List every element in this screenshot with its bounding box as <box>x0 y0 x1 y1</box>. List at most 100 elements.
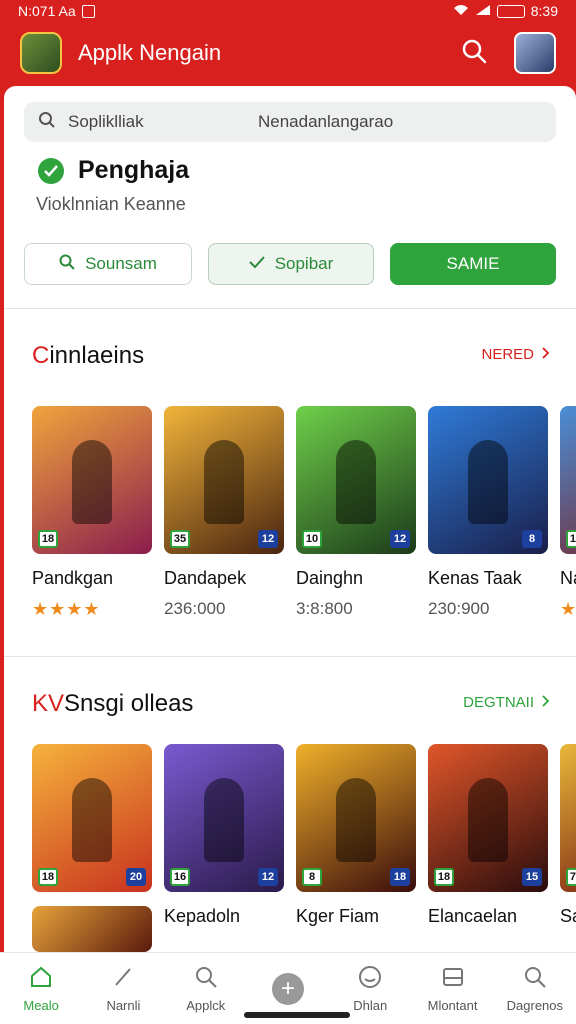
character-art <box>204 778 244 862</box>
status-bar: N:071 Aa 8:39 <box>0 0 576 22</box>
inbox-icon <box>441 965 465 992</box>
app-logo[interactable] <box>20 32 62 74</box>
search-icon <box>461 38 487 69</box>
game-card[interactable]: 12 Naod ★ 16 <box>560 406 576 620</box>
character-art <box>336 778 376 862</box>
avatar[interactable] <box>514 32 556 74</box>
status-carrier: N:071 Aa <box>18 3 76 19</box>
section1-title-first: C <box>32 342 50 369</box>
nav-item-mlontant[interactable]: Mlontant <box>411 953 493 1024</box>
nav-item-narnli[interactable]: Narnli <box>82 953 164 1024</box>
nav-item-applck[interactable]: Applck <box>165 953 247 1024</box>
game-thumbnail[interactable]: 18 <box>32 406 152 554</box>
nav-item-mealo[interactable]: Mealo <box>0 953 82 1024</box>
game-card[interactable]: 10 12 Dainghn 3:8:800 <box>296 406 416 620</box>
game-thumbnail[interactable]: 78 <box>560 744 576 892</box>
game-title: Naod <box>560 568 576 588</box>
game-title: Kger Fiam <box>296 906 380 926</box>
app-title: Applk Nengain <box>78 40 222 65</box>
game-thumbnail[interactable]: 8 18 <box>296 744 416 892</box>
platform-badge: 15 <box>522 868 542 886</box>
search-icon <box>194 965 218 992</box>
section2-see-more[interactable]: DEGTNAII <box>463 694 550 711</box>
nav-label: Dhlan <box>353 997 388 1013</box>
platform-badge: 20 <box>126 868 146 886</box>
samie-button[interactable]: SAMIE <box>390 243 556 285</box>
home-icon <box>29 965 53 992</box>
app-bar: Applk Nengain <box>0 22 576 84</box>
game-thumbnail[interactable]: 12 <box>560 406 576 554</box>
verified-title: Penghaja <box>38 156 189 185</box>
age-rating-badge: 8 <box>302 868 322 886</box>
game-card[interactable]: 78 Saran <box>560 744 576 927</box>
nav-label: Mlontant <box>427 997 478 1013</box>
sopibar-button[interactable]: Sopibar <box>208 243 374 285</box>
platform-badge: 8 <box>522 530 542 548</box>
search-icon <box>523 965 547 992</box>
nav-label: Narnli <box>106 997 141 1013</box>
game-thumbnail[interactable]: 10 12 <box>296 406 416 554</box>
game-title: Kepadoln <box>164 906 241 926</box>
check-circle-icon <box>38 157 64 184</box>
age-rating-badge: 12 <box>566 530 576 548</box>
game-title: Dainghn <box>296 568 364 588</box>
verified-subtitle: Vioklnnian Keanne <box>36 194 186 214</box>
search-input[interactable]: Sopliklliak Nenadanlangarao <box>24 102 556 142</box>
age-rating-badge: 35 <box>170 530 190 548</box>
section1-title: Cinnlaeins <box>32 342 144 370</box>
status-time: 8:39 <box>530 3 558 19</box>
section2-title-rest: Snsgi olleas <box>64 690 194 717</box>
age-rating-badge: 18 <box>38 868 58 886</box>
game-title: Saran <box>560 906 576 926</box>
notification-icon <box>81 4 95 18</box>
game-card[interactable]: 18 Pandkgan ★★★★ <box>32 406 152 620</box>
sopibar-label: Sopibar <box>274 254 334 273</box>
home-indicator <box>244 1012 350 1018</box>
search-button[interactable] <box>454 33 494 73</box>
nav-label: Applck <box>186 997 226 1013</box>
age-rating-badge: 18 <box>38 530 58 548</box>
character-art <box>468 440 508 524</box>
feather-icon <box>111 965 135 992</box>
search-icon <box>38 111 56 134</box>
search-placeholder: Sopliklliak <box>68 112 144 131</box>
game-title: Kenas Taak <box>428 568 522 588</box>
character-art <box>468 778 508 862</box>
game-thumbnail[interactable]: 35 12 <box>164 406 284 554</box>
check-icon <box>248 254 265 274</box>
nav-label: Mealo <box>23 997 59 1013</box>
game-card[interactable]: 16 12 Kepadoln <box>164 744 284 927</box>
section1-see-more[interactable]: NERED <box>481 346 550 363</box>
add-icon: + <box>271 972 304 1005</box>
sounsam-label: Sounsam <box>85 254 157 273</box>
download-count: 3:8:800 <box>296 599 353 618</box>
section1-title-rest: innlaeins <box>49 342 145 369</box>
nav-item-dagrenos[interactable]: Dagrenos <box>494 953 576 1024</box>
game-card[interactable]: 8 Kenas Taak 230:900 <box>428 406 548 620</box>
rating-stars: ★ 16 <box>560 599 576 619</box>
game-thumbnail[interactable]: 8 <box>428 406 548 554</box>
game-thumbnail[interactable] <box>32 906 152 952</box>
search-value: Nenadanlangarao <box>258 112 394 131</box>
sounsam-button[interactable]: Sounsam <box>24 243 192 285</box>
status-right: 8:39 <box>453 3 558 19</box>
status-left: N:071 Aa <box>18 3 95 19</box>
game-thumbnail[interactable]: 18 15 <box>428 744 548 892</box>
game-card[interactable]: 35 12 Dandapek 236:000 <box>164 406 284 620</box>
age-rating-badge: 10 <box>302 530 322 548</box>
section2-row-next <box>32 906 152 952</box>
game-card[interactable]: 18 15 Elancaelan <box>428 744 548 927</box>
game-thumbnail[interactable]: 16 12 <box>164 744 284 892</box>
platform-badge: 12 <box>258 868 278 886</box>
chevron-right-icon <box>542 346 550 363</box>
age-rating-badge: 18 <box>434 868 454 886</box>
character-art <box>204 440 244 524</box>
game-card[interactable]: 18 20 <box>32 744 152 927</box>
game-thumbnail[interactable]: 18 20 <box>32 744 152 892</box>
wifi-icon <box>453 3 469 19</box>
signal-icon <box>475 3 491 19</box>
game-card[interactable]: 8 18 Kger Fiam <box>296 744 416 927</box>
nav-label: Dagrenos <box>506 997 564 1013</box>
character-art <box>72 778 112 862</box>
platform-badge: 18 <box>390 868 410 886</box>
